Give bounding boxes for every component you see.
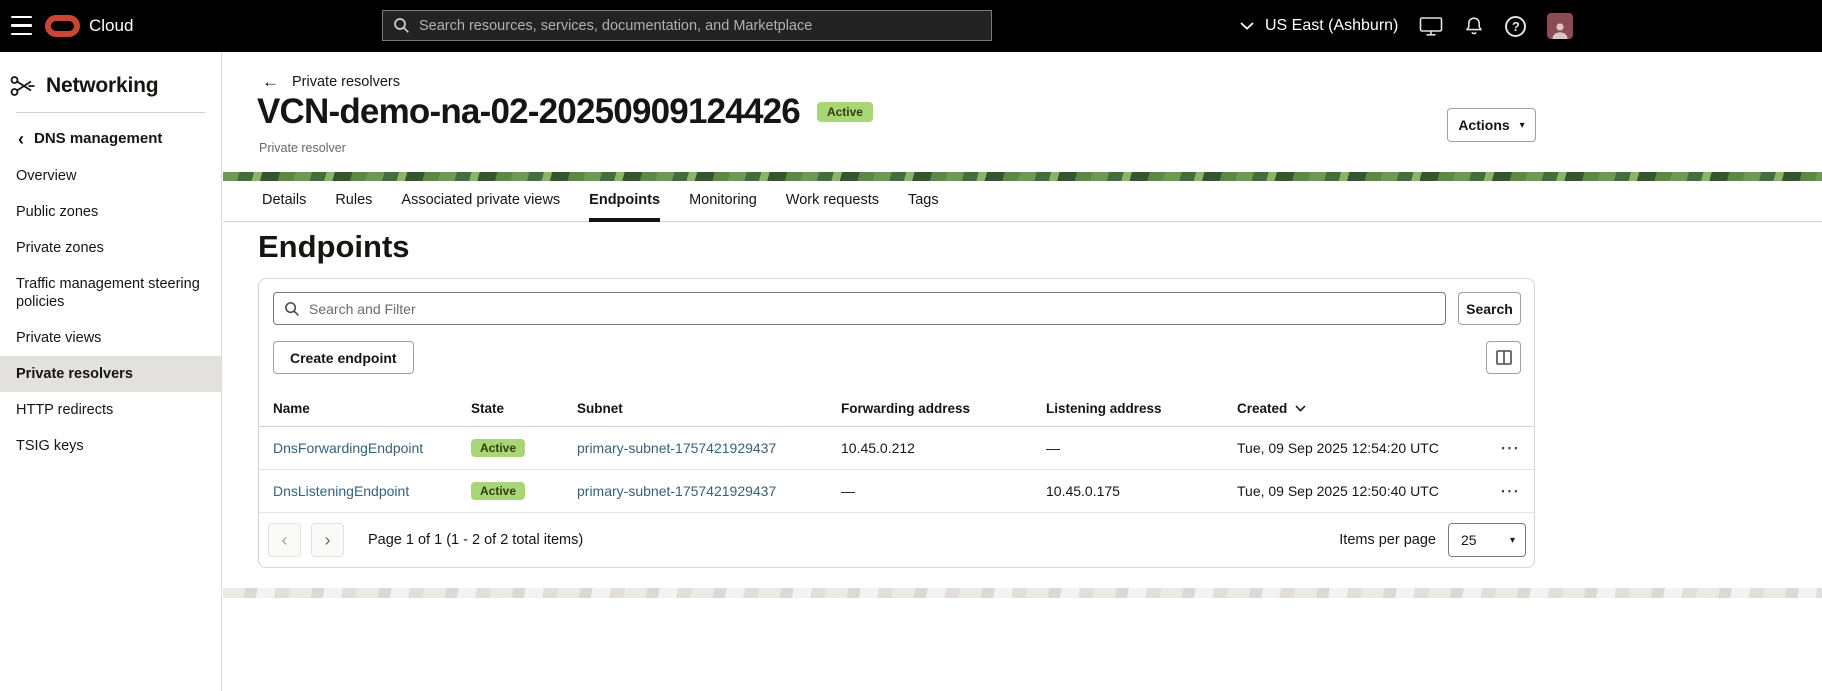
table-columns-icon — [1496, 350, 1512, 365]
notifications-bell-icon[interactable] — [1464, 16, 1484, 37]
topbar-right-cluster: US East (Ashburn) ? — [1240, 0, 1573, 52]
endpoints-heading: Endpoints — [258, 229, 410, 265]
search-icon — [284, 301, 300, 317]
page-title: VCN-demo-na-02-20250909124426 — [257, 92, 800, 132]
global-search[interactable] — [382, 10, 992, 41]
listening-address-cell: 10.45.0.175 — [1046, 483, 1237, 499]
items-per-page-select[interactable]: 25 ▾ — [1448, 523, 1526, 557]
back-arrow-icon[interactable]: ← — [262, 72, 279, 92]
breadcrumb-private-resolvers[interactable]: Private resolvers — [292, 74, 400, 90]
chevron-right-icon: › — [325, 531, 331, 549]
listening-address-cell: — — [1046, 440, 1237, 456]
region-label: US East (Ashburn) — [1265, 17, 1398, 35]
items-per-page-label: Items per page — [1339, 532, 1436, 548]
region-selector[interactable]: US East (Ashburn) — [1240, 17, 1398, 35]
tab-bar: Details Rules Associated private views E… — [223, 184, 1822, 222]
create-endpoint-button[interactable]: Create endpoint — [273, 341, 414, 374]
tab-monitoring[interactable]: Monitoring — [689, 184, 757, 222]
hamburger-menu-icon[interactable] — [11, 16, 32, 35]
tab-work-requests[interactable]: Work requests — [786, 184, 879, 222]
forwarding-address-cell: — — [841, 483, 1046, 499]
endpoint-name-link[interactable]: DnsForwardingEndpoint — [273, 440, 423, 456]
cloud-shell-icon[interactable] — [1419, 16, 1443, 37]
sidebar-item-tsig-keys[interactable]: TSIG keys — [0, 428, 221, 464]
chevron-down-icon — [1240, 22, 1254, 30]
tab-associated-private-views[interactable]: Associated private views — [401, 184, 560, 222]
endpoints-panel: Search Create endpoint Name State Subnet… — [258, 278, 1535, 568]
forwarding-address-cell: 10.45.0.212 — [841, 440, 1046, 456]
breadcrumb: ← Private resolvers — [262, 72, 400, 92]
column-header-name[interactable]: Name — [273, 401, 471, 416]
chevron-left-icon: ‹ — [18, 132, 24, 146]
main-content: ← Private resolvers VCN-demo-na-02-20250… — [223, 52, 1822, 691]
sidebar-item-private-resolvers[interactable]: Private resolvers — [0, 356, 221, 392]
row-actions-ellipsis-icon[interactable]: ⋯ — [1486, 437, 1534, 460]
caret-down-icon: ▾ — [1510, 535, 1515, 546]
tab-rules[interactable]: Rules — [335, 184, 372, 222]
help-glyph: ? — [1512, 19, 1520, 34]
pagination: ‹ › Page 1 of 1 (1 - 2 of 2 total items)… — [259, 513, 1534, 567]
subnet-link[interactable]: primary-subnet-1757421929437 — [577, 440, 776, 456]
sort-descending-icon — [1295, 405, 1306, 412]
tab-endpoints[interactable]: Endpoints — [589, 184, 660, 222]
search-button[interactable]: Search — [1458, 292, 1521, 325]
actions-button[interactable]: Actions ▾ — [1447, 108, 1536, 142]
networking-icon — [10, 75, 36, 97]
search-icon — [393, 17, 410, 34]
endpoints-table: Name State Subnet Forwarding address Lis… — [259, 390, 1534, 513]
sidebar-item-private-zones[interactable]: Private zones — [0, 230, 221, 266]
sidebar-back-label: DNS management — [34, 130, 162, 147]
actions-button-label: Actions — [1458, 117, 1509, 133]
endpoint-name-link[interactable]: DnsListeningEndpoint — [273, 483, 409, 499]
global-search-input[interactable] — [419, 18, 981, 34]
prev-page-button[interactable]: ‹ — [268, 523, 301, 557]
created-cell: Tue, 09 Sep 2025 12:50:40 UTC — [1237, 483, 1486, 499]
tab-details[interactable]: Details — [262, 184, 306, 222]
created-header-label: Created — [1237, 401, 1287, 416]
brand-label: Cloud — [89, 16, 133, 36]
sidebar-item-public-zones[interactable]: Public zones — [0, 194, 221, 230]
table-row: DnsListeningEndpoint Active primary-subn… — [259, 470, 1534, 513]
status-badge: Active — [817, 102, 873, 122]
sidebar-item-overview[interactable]: Overview — [0, 158, 221, 194]
next-page-button[interactable]: › — [311, 523, 344, 557]
user-avatar[interactable] — [1547, 13, 1573, 39]
column-settings-button[interactable] — [1486, 341, 1521, 374]
person-icon — [1551, 22, 1569, 39]
subnet-link[interactable]: primary-subnet-1757421929437 — [577, 483, 776, 499]
caret-down-icon: ▾ — [1520, 120, 1525, 131]
sidebar-item-http-redirects[interactable]: HTTP redirects — [0, 392, 221, 428]
pagination-label: Page 1 of 1 (1 - 2 of 2 total items) — [368, 532, 583, 548]
brand-home-link[interactable]: Cloud — [45, 0, 133, 52]
items-per-page-value: 25 — [1461, 532, 1477, 548]
created-cell: Tue, 09 Sep 2025 12:54:20 UTC — [1237, 440, 1486, 456]
help-icon[interactable]: ? — [1505, 16, 1526, 37]
column-header-state[interactable]: State — [471, 401, 577, 416]
row-actions-ellipsis-icon[interactable]: ⋯ — [1486, 480, 1534, 503]
column-header-created[interactable]: Created — [1237, 401, 1486, 416]
sidebar-item-traffic-management[interactable]: Traffic management steering policies — [0, 266, 221, 320]
state-badge: Active — [471, 439, 525, 457]
top-bar: Cloud US East (Ashburn) — [0, 0, 1822, 52]
state-badge: Active — [471, 482, 525, 500]
chevron-left-icon: ‹ — [282, 531, 288, 549]
sidebar: Networking ‹ DNS management Overview Pub… — [0, 52, 222, 691]
column-header-subnet[interactable]: Subnet — [577, 401, 841, 416]
sidebar-item-private-views[interactable]: Private views — [0, 320, 221, 356]
oracle-logo-icon — [45, 15, 80, 37]
filter-input[interactable] — [309, 301, 1435, 317]
page-subtitle: Private resolver — [259, 141, 346, 155]
filter-input-wrap — [273, 292, 1446, 325]
sidebar-menu: Overview Public zones Private zones Traf… — [0, 158, 221, 464]
column-header-listening-address[interactable]: Listening address — [1046, 401, 1237, 416]
decorative-banner — [223, 172, 1822, 181]
sidebar-title: Networking — [46, 74, 158, 98]
footer-decorative-band — [223, 588, 1822, 598]
column-header-forwarding-address[interactable]: Forwarding address — [841, 401, 1046, 416]
table-row: DnsForwardingEndpoint Active primary-sub… — [259, 427, 1534, 470]
tab-tags[interactable]: Tags — [908, 184, 939, 222]
table-header: Name State Subnet Forwarding address Lis… — [259, 390, 1534, 427]
sidebar-back-dns-management[interactable]: ‹ DNS management — [0, 113, 221, 151]
